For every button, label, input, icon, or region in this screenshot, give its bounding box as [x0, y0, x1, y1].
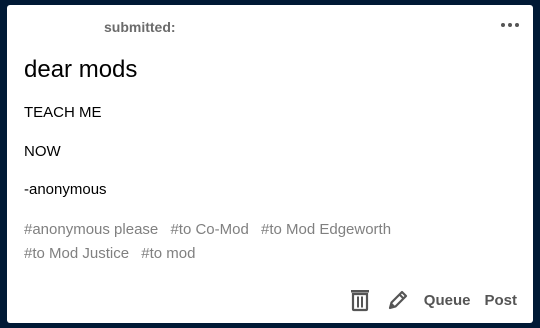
more-options-button[interactable]	[501, 23, 519, 27]
ellipsis-icon	[515, 23, 519, 27]
post-card: submitted: dear mods TEACH ME NOW -anony…	[7, 5, 533, 323]
queue-button[interactable]: Queue	[424, 292, 471, 309]
submitted-label: submitted:	[104, 19, 176, 35]
delete-button[interactable]	[348, 288, 372, 312]
tag-link[interactable]: #to Co-Mod	[170, 221, 248, 238]
ellipsis-icon	[501, 23, 505, 27]
post-body-line: TEACH ME	[24, 104, 102, 121]
tag-link[interactable]: #to mod	[141, 245, 195, 262]
tag-link[interactable]: #to Mod Edgeworth	[261, 221, 391, 238]
tag-list: #anonymous please #to Co-Mod #to Mod Edg…	[24, 218, 504, 266]
trash-icon	[350, 290, 369, 312]
pencil-icon	[388, 290, 407, 310]
edit-button[interactable]	[386, 288, 410, 312]
tag-link[interactable]: #anonymous please	[24, 221, 158, 238]
ellipsis-icon	[508, 23, 512, 27]
post-button[interactable]: Post	[484, 292, 517, 309]
post-footer: Queue Post	[348, 288, 517, 312]
post-body-line: -anonymous	[24, 181, 107, 198]
post-body-line: NOW	[24, 143, 61, 160]
post-title: dear mods	[24, 56, 138, 83]
tag-link[interactable]: #to Mod Justice	[24, 245, 129, 262]
